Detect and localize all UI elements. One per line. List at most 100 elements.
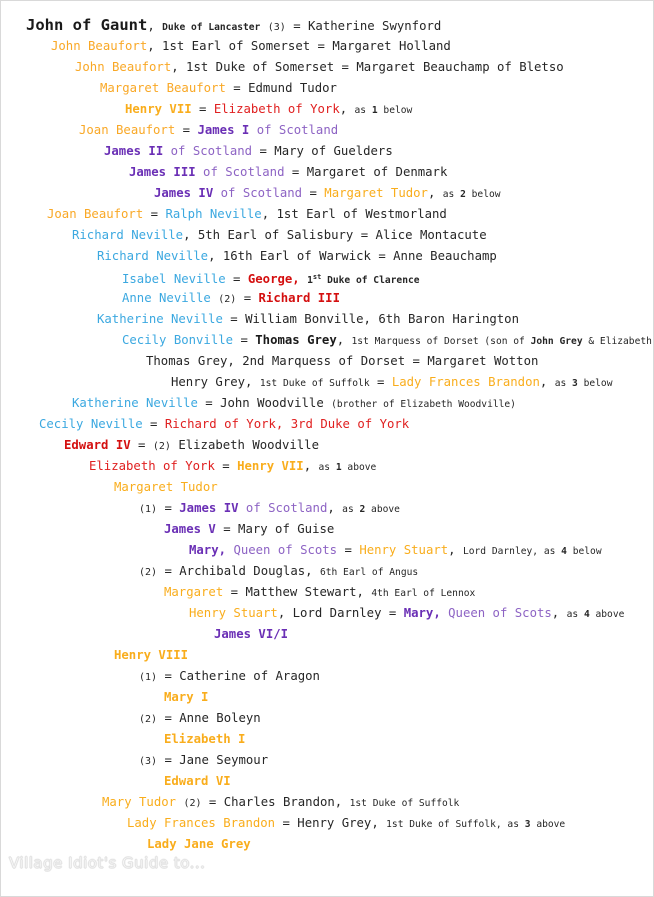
lineage-text: , 5th Earl of Salisbury = Alice Montacut… [183,228,487,242]
lineage-text: = Mary of Guise [215,522,335,536]
lineage-text: Richard Neville [97,249,209,263]
lineage-line-margaret-tudor-marriage-1: (1) = James IV of Scotland, as 2 above [1,498,653,519]
lineage-text: above [341,462,377,473]
lineage-text: John Beaufort [51,39,148,53]
lineage-line-mary-i: Mary I [1,687,653,708]
lineage-line-joan-beaufort-james-i: Joan Beaufort = James I of Scotland [1,120,653,141]
lineage-text: George, [247,272,300,287]
lineage-text: = Anne Boleyn [157,711,261,725]
lineage-text: = Mary of Guelders [252,144,393,158]
lineage-text: Joan Beaufort [79,123,176,137]
lineage-text: = [214,459,238,473]
lineage-text: Joan Beaufort [47,207,144,221]
lineage-text: Cecily Neville [39,417,143,431]
lineage-text: , 1st Earl of Somerset = Margaret Hollan… [147,39,451,53]
lineage-text: = Katherine Swynford [285,19,442,33]
lineage-text: , [303,459,319,473]
lineage-text: 4th Earl of Lennox [371,588,476,599]
lineage-line-joan-beaufort-ralph-neville: Joan Beaufort = Ralph Neville, 1st Earl … [1,204,653,225]
lineage-text: as [442,189,461,200]
lineage-text: = [302,186,325,200]
lineage-text: Katherine Neville [72,396,198,410]
lineage-text: 1st Duke of Suffolk [349,798,460,809]
lineage-text: Edward IV [64,438,131,452]
lineage-text: above [530,819,566,830]
lineage-line-lady-jane-grey: Lady Jane Grey [1,834,653,855]
lineage-text: = [233,333,256,347]
watermark: Village Idiot's Guide to... [9,854,206,873]
lineage-text: James V [164,522,216,536]
lineage-text: = Henry Grey [275,816,372,830]
lineage-text: = [142,417,165,431]
lineage-text: , [327,501,343,515]
lineage-line-henry-stuart-darnley-mary: Henry Stuart, Lord Darnley = Mary, Queen… [1,603,653,624]
lineage-text: = Margaret of Denmark [284,165,448,179]
lineage-text: = John Woodville [197,396,332,410]
lineage-line-henry-viii-marriage-2: (2) = Anne Boleyn [1,708,653,729]
lineage-text: = William Bonville, 6th Baron Harington [222,312,519,326]
lineage-text: = [225,272,248,287]
lineage-line-john-of-gaunt: John of Gaunt, Duke of Lancaster (3) = K… [1,15,653,36]
lineage-line-henry-viii-marriage-3: (3) = Jane Seymour [1,750,653,771]
lineage-text: (2) [152,441,171,452]
lineage-text: James II [104,144,164,158]
lineage-text: (1) [139,504,158,515]
lineage-text: = [191,102,214,116]
lineage-line-isabel-neville-george-clarence: Isabel Neville = George, 1st Duke of Cla… [1,267,653,288]
lineage-text: Henry Stuart [189,606,278,620]
lineage-text: 1st Marquess of Dorset [351,336,485,347]
lineage-text: = Matthew Stewart [223,585,357,599]
lineage-text: Mary, [189,543,227,557]
lineage-text: = [236,291,259,305]
lineage-text: of Scotland [249,123,339,137]
lineage-text: as [318,462,336,473]
lineage-text: as [354,105,372,116]
lineage-line-lady-frances-brandon-henry-grey: Lady Frances Brandon = Henry Grey, 1st D… [1,813,653,834]
lineage-text: below [465,189,501,200]
lineage-text: (brother of Elizabeth Woodville) [331,399,516,410]
lineage-text: = [175,123,198,137]
lineage-line-mary-queen-of-scots-darnley: Mary, Queen of Scots = Henry Stuart, Lor… [1,540,653,561]
lineage-text: Margaret Tudor [324,186,428,200]
lineage-text: Thomas Grey [255,333,337,347]
lineage-text: Henry VII [237,459,304,473]
lineage-text: 6th Earl of Angus [319,567,419,578]
lineage-text: as [566,609,584,620]
lineage-text: 1st Duke of Suffolk [259,378,370,389]
lineage-text: above [365,504,400,515]
lineage-line-henry-vii: Henry VII = Elizabeth of York, as 1 belo… [1,99,653,120]
lineage-line-margaret-beaufort: Margaret Beaufort = Edmund Tudor [1,78,653,99]
lineage-text: of Scotland [238,501,328,515]
lineage-text: = Jane Seymour [157,753,269,767]
lineage-text: , 1st Earl of Westmorland [261,207,447,221]
lineage-text: , [339,102,355,116]
lineage-line-edward-iv: Edward IV = (2) Elizabeth Woodville [1,435,653,456]
lineage-text: Lady Frances Brandon [127,816,276,830]
lineage-text: & Elizabeth Woodville) [588,336,653,347]
lineage-text: Lady Frances Brandon [391,375,540,389]
lineage-text: Mary Tudor [102,795,177,809]
lineage-text: Isabel Neville [122,272,226,287]
lineage-text: Henry Grey [171,375,246,389]
lineage-text: , [305,564,320,578]
lineage-text: (2) [218,294,237,305]
lineage-text: Henry VIII [114,648,189,662]
lineage-line-richard-neville-salisbury: Richard Neville, 5th Earl of Salisbury =… [1,225,653,246]
lineage-text: John of Gaunt [26,16,148,34]
lineage-line-thomas-grey-2nd-dorset: Thomas Grey, 2nd Marquess of Dorset = Ma… [1,351,653,372]
genealogy-page: John of Gaunt, Duke of Lancaster (3) = K… [0,0,654,897]
lineage-line-margaret-douglas-matthew-stewart: Margaret = Matthew Stewart, 4th Earl of … [1,582,653,603]
lineage-line-james-vi-i: James VI/I [1,624,653,645]
lineage-text: below [566,546,602,557]
lineage-text: , [448,543,463,557]
lineage-text: = Archibald Douglas [157,564,306,578]
lineage-text: Margaret Tudor [114,480,218,494]
lineage-text: 1st Duke of Suffolk, as [386,819,525,830]
lineage-text: = [337,543,360,557]
lineage-line-elizabeth-i: Elizabeth I [1,729,653,750]
lineage-text: as [342,504,360,515]
lineage-line-henry-viii-marriage-1: (1) = Catherine of Aragon [1,666,653,687]
lineage-text: , 1st Duke of Somerset = Margaret Beauch… [171,60,564,74]
lineage-line-james-v: James V = Mary of Guise [1,519,653,540]
lineage-text: James IV [179,501,239,515]
